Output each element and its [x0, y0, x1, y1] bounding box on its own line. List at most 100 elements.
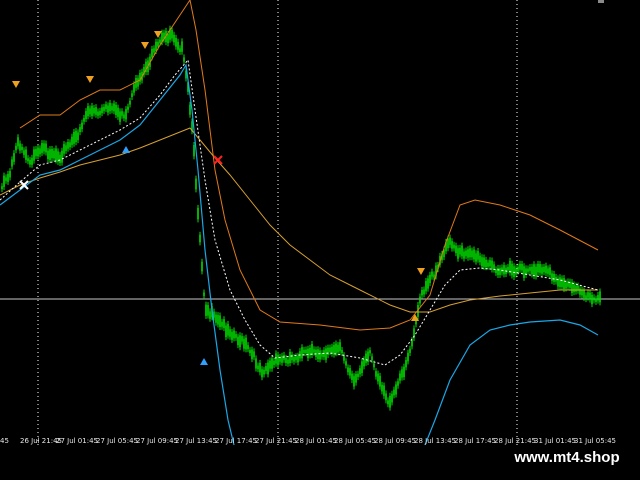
- candle-body: [41, 143, 43, 153]
- candle-body: [233, 330, 235, 339]
- candle-body: [177, 41, 179, 50]
- candle-body: [27, 158, 29, 162]
- sell-arrow-icon: [154, 31, 162, 38]
- candle-body: [237, 336, 239, 346]
- candle-body: [159, 39, 161, 43]
- candle-body: [201, 261, 203, 272]
- candle-body: [37, 147, 39, 157]
- price-chart[interactable]: [0, 0, 640, 445]
- candle-body: [549, 267, 551, 275]
- candle-body: [285, 357, 287, 363]
- candle-body: [587, 292, 589, 298]
- candle-body: [225, 325, 227, 338]
- candle-body: [553, 273, 555, 282]
- candle-body: [453, 244, 455, 249]
- candle-body: [409, 348, 411, 353]
- candle-body: [407, 352, 409, 362]
- candle-body: [583, 290, 585, 298]
- candle-body: [51, 148, 53, 158]
- candle-body: [199, 234, 201, 243]
- candle-body: [527, 268, 529, 272]
- candle-body: [181, 41, 183, 52]
- candle-body: [15, 145, 17, 151]
- candle-body: [245, 337, 247, 350]
- candle-body: [207, 305, 209, 316]
- candle-body: [157, 41, 159, 47]
- candle-body: [5, 177, 7, 181]
- time-tick-label: 28 Jul 17:45: [454, 437, 496, 445]
- candle-body: [11, 159, 13, 167]
- candle-body: [339, 342, 341, 352]
- candle-body: [359, 368, 361, 375]
- candle-body: [361, 361, 363, 374]
- candle-body: [485, 259, 487, 268]
- candle-body: [461, 245, 463, 257]
- candle-body: [397, 381, 399, 386]
- time-tick-label: 27 Jul 09:45: [136, 437, 178, 445]
- candle-body: [231, 331, 233, 340]
- candle-body: [487, 262, 489, 267]
- candle-body: [307, 348, 309, 359]
- candle-body: [561, 278, 563, 287]
- candle-body: [61, 150, 63, 163]
- candle-body: [599, 291, 601, 303]
- candle-body: [513, 266, 515, 278]
- candle-body: [515, 268, 517, 275]
- candle-body: [523, 266, 525, 278]
- candle-body: [179, 48, 181, 52]
- candle-body: [331, 346, 333, 354]
- candle-body: [263, 369, 265, 375]
- candle-body: [261, 369, 263, 378]
- candle-body: [235, 334, 237, 338]
- candle-body: [591, 294, 593, 305]
- candle-body: [55, 148, 57, 161]
- candle-body: [451, 241, 453, 249]
- candle-body: [109, 102, 111, 112]
- candle-body: [341, 349, 343, 354]
- candle-body: [273, 360, 275, 365]
- candle-body: [521, 263, 523, 271]
- candle-body: [541, 267, 543, 274]
- candle-body: [329, 347, 331, 353]
- candle-body: [137, 78, 139, 87]
- time-tick-label: 27 Jul 13:45: [175, 437, 217, 445]
- candle-body: [401, 369, 403, 378]
- candle-body: [517, 266, 519, 272]
- candle-body: [253, 351, 255, 358]
- candle-body: [7, 173, 9, 182]
- candle-body: [311, 343, 313, 356]
- candle-body: [349, 368, 351, 376]
- candle-body: [59, 154, 61, 164]
- candle-body: [295, 356, 297, 360]
- candle-body: [183, 57, 185, 62]
- candle-body: [529, 267, 531, 271]
- candle-body: [129, 100, 131, 105]
- candle-body: [313, 349, 315, 353]
- candle-body: [383, 385, 385, 396]
- candle-body: [241, 336, 243, 342]
- candle-body: [73, 131, 75, 144]
- candle-body: [189, 104, 191, 115]
- candle-body: [595, 298, 597, 302]
- candle-body: [151, 48, 153, 58]
- candle-body: [589, 292, 591, 300]
- candle-body: [221, 321, 223, 327]
- candle-body: [347, 367, 349, 373]
- candle-body: [83, 118, 85, 122]
- candle-body: [193, 144, 195, 157]
- candle-body: [277, 354, 279, 366]
- candle-body: [21, 146, 23, 151]
- candle-body: [89, 108, 91, 115]
- time-tick-label: 45: [0, 437, 9, 445]
- candle-body: [597, 295, 599, 301]
- candle-body: [63, 144, 65, 154]
- candle-body: [423, 289, 425, 295]
- candle-body: [249, 350, 251, 354]
- candle-body: [79, 127, 81, 133]
- candle-body: [227, 323, 229, 336]
- candle-body: [77, 132, 79, 141]
- candle-body: [395, 384, 397, 395]
- candle-body: [337, 344, 339, 353]
- candle-body: [447, 238, 449, 249]
- candle-body: [119, 111, 121, 122]
